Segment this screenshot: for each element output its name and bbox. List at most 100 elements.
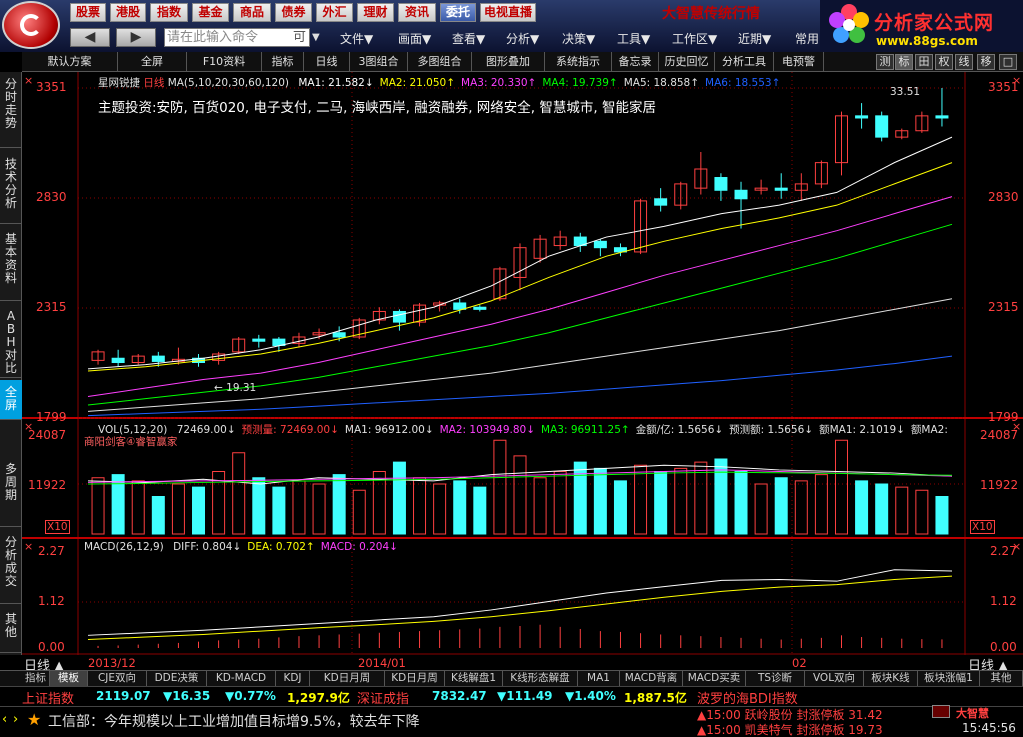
sz-index-name[interactable]: 深证成指 — [357, 688, 409, 707]
top-menu-1[interactable]: 股票 — [70, 3, 106, 22]
ma-value-5: MA5: 18.858↑ — [623, 77, 700, 89]
sh-index-name[interactable]: 上证指数 — [22, 688, 74, 707]
indicator-tab-16[interactable]: 板块K线 — [864, 671, 918, 687]
toolbar-item-2[interactable]: 全屏 — [118, 52, 187, 72]
volume-bar-40 — [875, 483, 889, 535]
top-menu-5[interactable]: 商品 — [233, 3, 271, 22]
toolbar-item-6[interactable]: 3图组合 — [350, 52, 408, 72]
toolbar-item-7[interactable]: 多图组合 — [408, 52, 472, 72]
top-menu-7[interactable]: 外汇 — [316, 3, 353, 22]
toolbar-item-11[interactable]: 历史回忆 — [659, 52, 715, 72]
candle-body-33 — [734, 189, 748, 200]
toolbar-item-12[interactable]: 分析工具 — [715, 52, 774, 72]
toolbar-item-5[interactable]: 日线 — [304, 52, 350, 72]
toolbar-item-1[interactable]: 默认方案 — [22, 52, 118, 72]
time-label-2: 2014/01 — [358, 656, 406, 670]
top-menu-9[interactable]: 资讯 — [398, 3, 436, 22]
sz-index-amount: 1,887.5亿 — [624, 691, 687, 705]
top-menu-11[interactable]: 电视直播 — [480, 3, 536, 22]
top-menu-3[interactable]: 指数 — [150, 3, 188, 22]
indicator-tab-3[interactable]: CJE双向 — [88, 671, 147, 687]
sidebar-tab-2[interactable]: 技术分析 — [0, 152, 22, 224]
news-prev-icon[interactable]: ‹ — [2, 712, 7, 727]
indicator-tab-18[interactable]: 其他 — [980, 671, 1023, 687]
toolbar-btn-5[interactable]: 线 — [955, 54, 973, 70]
toolbar-item-13[interactable]: 电预警 — [774, 52, 824, 72]
toolbar-btn-3[interactable]: 田 — [915, 54, 933, 70]
top-menu-8[interactable]: 理财 — [357, 3, 394, 22]
alert-2[interactable]: ▲15:00 凯美特气 封涨停板 19.73 — [697, 721, 883, 737]
command-dropdown-icon[interactable]: ▼ — [312, 28, 324, 47]
volume-bar-6 — [192, 486, 206, 535]
top-menu-6[interactable]: 债券 — [275, 3, 312, 22]
top-menu-2[interactable]: 港股 — [110, 3, 146, 22]
top-menu-4[interactable]: 基金 — [192, 3, 229, 22]
indicator-tab-8[interactable]: KD日月周 — [385, 671, 445, 687]
indicator-tab-6[interactable]: KDJ — [276, 671, 310, 687]
bdi-ticker[interactable]: 波罗的海BDI指数 — [697, 688, 798, 707]
sidebar-tab-6[interactable]: 多周期 — [0, 457, 22, 527]
toolbar-btn-1[interactable]: 测 — [876, 54, 894, 70]
command-menu-5[interactable]: 决策▼ — [562, 30, 595, 47]
chart-toolbar: 默认方案 全屏 F10资料 指标 日线 3图组合 多图组合 图形叠加 系统指示 备忘录 历史回忆 分析… — [22, 52, 1023, 72]
sidebar-tab-8[interactable]: 其他 — [0, 607, 22, 653]
indicator-tab-17[interactable]: 板块涨幅1 — [918, 671, 980, 687]
indicator-tab-4[interactable]: DDE决策 — [147, 671, 207, 687]
volume-value-3: MA1: 96912.00↓ — [344, 424, 434, 436]
volume-values: 72469.00↓ 预测量: 72469.00↓ MA1: 96912.00↓ MA2… — [171, 424, 948, 436]
command-menu-3[interactable]: 查看▼ — [452, 30, 485, 47]
sidebar-tab-5[interactable]: 全屏 — [0, 380, 22, 420]
toolbar-item-4[interactable]: 指标 — [262, 52, 304, 72]
indicator-tab-10[interactable]: K线形态解盘 — [503, 671, 578, 687]
indicator-tab-15[interactable]: VOL双向 — [805, 671, 864, 687]
macd-tick-left-3: 0.00 — [38, 640, 65, 654]
indicator-tab-7[interactable]: KD日月周 — [310, 671, 385, 687]
news-next-icon[interactable]: › — [13, 712, 18, 727]
sz-index-pct: ▼1.40% — [565, 689, 616, 703]
toolbar-item-9[interactable]: 系统指示 — [545, 52, 612, 72]
volume-bar-28 — [634, 464, 648, 535]
back-button[interactable]: ◀ — [70, 28, 110, 47]
candle-body-9 — [252, 338, 266, 342]
indicator-tab-5[interactable]: KD-MACD — [207, 671, 276, 687]
command-menu-4[interactable]: 分析▼ — [506, 30, 539, 47]
sidebar-tab-3[interactable]: 基本资料 — [0, 227, 22, 301]
low-price-label: ← 19.31 — [214, 382, 257, 394]
indicator-tab-2[interactable]: 模板 — [50, 671, 88, 687]
top-menu-10[interactable]: 委托 — [440, 3, 476, 22]
toolbar-item-8[interactable]: 图形叠加 — [472, 52, 545, 72]
toolbar-btn-4[interactable]: 权 — [935, 54, 953, 70]
command-menu-9[interactable]: 常用 — [795, 30, 819, 47]
vol-tick-right-1: 24087 — [980, 428, 1019, 442]
sidebar-tab-7[interactable]: 分析成交 — [0, 530, 22, 604]
toolbar-btn-2[interactable]: 标 — [895, 54, 913, 70]
forward-button[interactable]: ▶ — [116, 28, 156, 47]
command-menu-2[interactable]: 画面▼ — [398, 30, 431, 47]
toolbar-btn-6[interactable]: 移 — [977, 54, 995, 70]
toolbar-btn-7[interactable]: □ — [999, 54, 1017, 70]
mail-icon[interactable] — [932, 705, 950, 718]
toolbar-item-3[interactable]: F10资料 — [187, 52, 262, 72]
volume-bar-12 — [312, 483, 326, 535]
macd-value-1: DIFF: 0.804↓ — [173, 541, 242, 553]
indicator-tab-9[interactable]: K线解盘1 — [445, 671, 503, 687]
macd-tick-left-2: 1.12 — [38, 594, 65, 608]
y-tick-left-2: 2830 — [36, 190, 67, 204]
ma20-line — [87, 196, 953, 398]
command-input[interactable]: 请在此输入命令 可 — [164, 28, 310, 47]
indicator-tab-13[interactable]: MACD买卖 — [683, 671, 746, 687]
app-logo-icon[interactable] — [2, 1, 60, 49]
sidebar-tab-4[interactable]: ABH对比 — [0, 304, 22, 378]
toolbar-item-10[interactable]: 备忘录 — [612, 52, 659, 72]
indicator-tab-12[interactable]: MACD背离 — [620, 671, 683, 687]
news-headline[interactable]: 工信部：今年规模以上工业增加值目标增9.5%，较去年下降 — [48, 711, 420, 731]
command-menu-6[interactable]: 工具▼ — [617, 30, 650, 47]
command-menu-8[interactable]: 近期▼ — [738, 30, 771, 47]
indicator-tab-1[interactable]: 指标 — [22, 671, 50, 687]
indicator-tab-14[interactable]: TS诊断 — [746, 671, 805, 687]
sidebar-tab-1[interactable]: 分时走势 — [0, 72, 22, 148]
command-menu-7[interactable]: 工作区▼ — [672, 30, 717, 47]
command-menu-1[interactable]: 文件▼ — [340, 30, 373, 47]
chart-area[interactable]: × × × × × × 星网锐捷 日线 MA(5,10,20,30,60,120) MA1… — [22, 72, 1023, 674]
indicator-tab-11[interactable]: MA1 — [578, 671, 620, 687]
